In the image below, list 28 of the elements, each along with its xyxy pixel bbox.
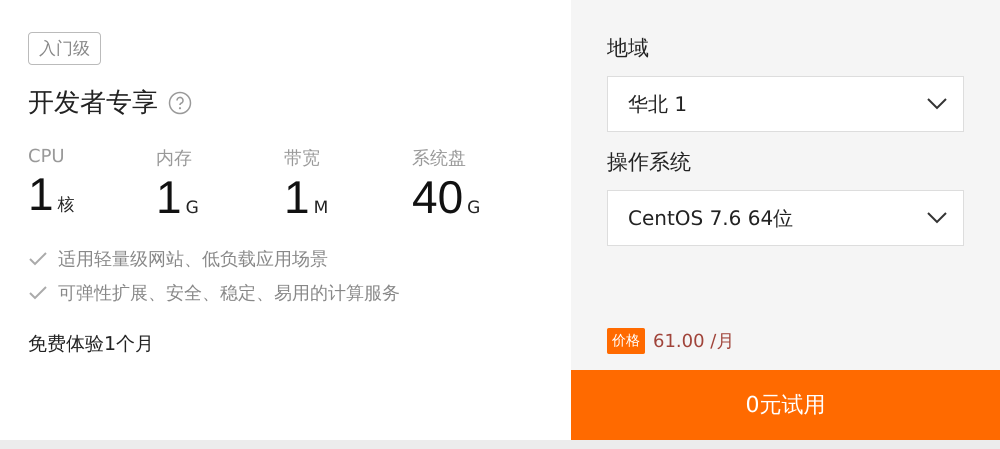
field-label: 地域 (607, 35, 649, 62)
dropdown-select[interactable]: 华北 1 (607, 76, 964, 132)
spec-value: 1 (284, 172, 310, 223)
price-text: 61.00 /月 (653, 330, 734, 353)
field-label: 操作系统 (607, 149, 691, 176)
spec-value: 1 (156, 172, 182, 223)
spec-label: 带宽 (284, 147, 321, 170)
chevron-down-icon (927, 98, 947, 110)
trial-text: 免费体验1个月 (28, 332, 154, 357)
feature-text: 可弹性扩展、安全、稳定、易用的计算服务 (58, 282, 400, 305)
spec-label: CPU (28, 146, 66, 167)
spec-unit: G (467, 198, 480, 218)
feature-text: 适用轻量级网站、低负载应用场景 (58, 248, 328, 271)
spec-unit: M (314, 198, 328, 218)
spec-unit: 核 (58, 194, 75, 216)
spec-label: 系统盘 (412, 147, 467, 170)
spec-value: 1 (28, 169, 54, 220)
help-icon[interactable] (168, 90, 192, 114)
chevron-down-icon (927, 212, 947, 224)
spec-label: 内存 (156, 147, 193, 170)
check-icon (28, 284, 48, 301)
spec-unit: G (186, 198, 199, 218)
dropdown-select[interactable]: CentOS 7.6 64位 (607, 190, 964, 246)
level-badge: 入门级 (28, 32, 101, 65)
plan-title: 开发者专享 (28, 87, 158, 120)
price-tag: 价格 (607, 328, 645, 354)
spec-value: 40 (412, 172, 464, 223)
check-icon (28, 250, 48, 267)
